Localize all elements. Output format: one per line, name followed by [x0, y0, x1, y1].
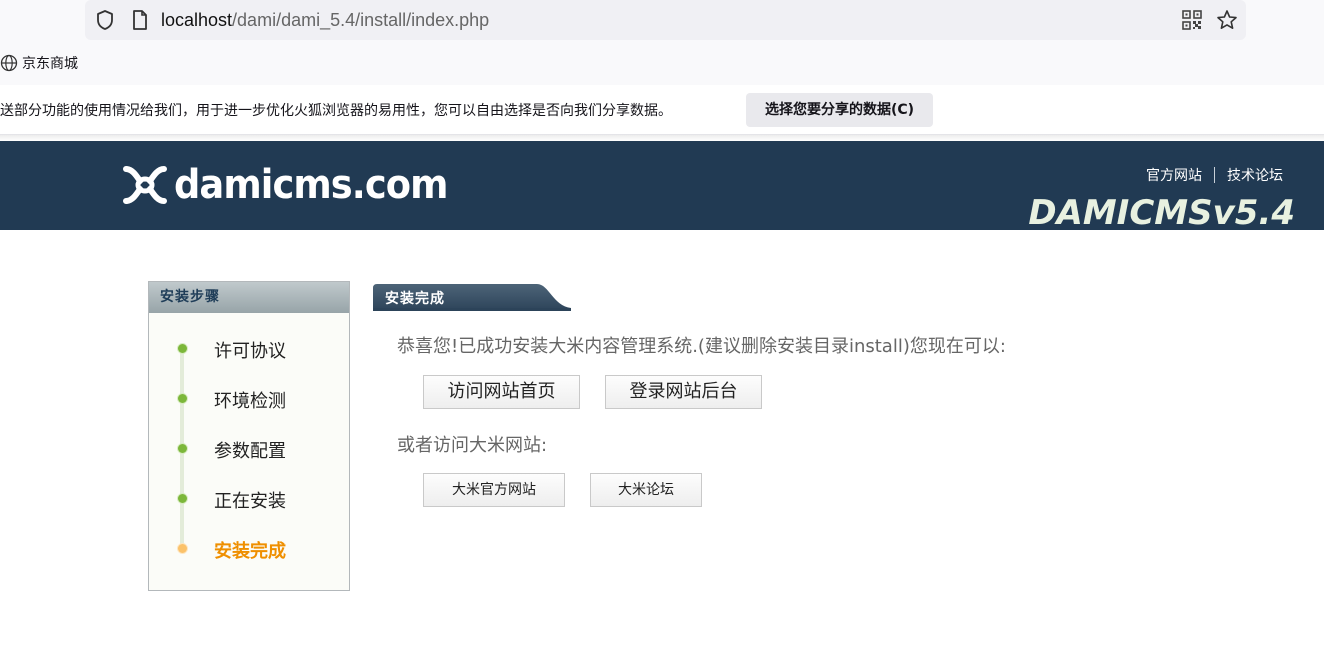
congrats-message: 恭喜您!已成功安装大米内容管理系统.(建议删除安装目录install)您现在可以…: [397, 336, 1006, 357]
qr-code-icon[interactable]: [1182, 10, 1202, 30]
step-label: 参数配置: [214, 441, 286, 462]
bookmark-item[interactable]: 京东商城: [0, 52, 78, 74]
steps-list: 许可协议 环境检测 参数配置 正在安装 安装完成: [149, 313, 349, 563]
site-logo[interactable]: damicms.com: [122, 162, 471, 208]
step-item: 许可协议: [149, 313, 349, 363]
forum-link[interactable]: 技术论坛: [1227, 165, 1283, 185]
section-tab: 安装完成: [373, 284, 571, 311]
damicms-logo-icon: [123, 166, 167, 204]
site-header: damicms.com 官方网站 技术论坛 DAMICMSv5.4: [0, 141, 1324, 233]
bookmarks-bar: 京东商城: [0, 42, 1324, 85]
url-path: /dami/dami_5.4/install/index.php: [232, 10, 490, 30]
step-dot-icon: [177, 493, 188, 504]
address-bar[interactable]: localhost/dami/dami_5.4/install/index.ph…: [85, 0, 1246, 40]
logo-text: damicms.com: [174, 162, 448, 208]
section-title: 安装完成: [385, 291, 445, 307]
login-admin-button[interactable]: 登录网站后台: [605, 375, 762, 409]
forum-button[interactable]: 大米论坛: [590, 473, 702, 507]
step-label: 安装完成: [214, 541, 286, 562]
step-item: 参数配置: [149, 413, 349, 463]
step-dot-icon: [177, 543, 188, 554]
version-title: DAMICMSv5.4: [1028, 193, 1295, 233]
steps-title: 安装步骤: [149, 282, 349, 313]
step-label: 许可协议: [214, 341, 286, 362]
notification-bar: 送部分功能的使用情况给我们，用于进一步优化火狐浏览器的易用性，您可以自由选择是否…: [0, 85, 1324, 135]
notification-message: 送部分功能的使用情况给我们，用于进一步优化火狐浏览器的易用性，您可以自由选择是否…: [0, 103, 672, 119]
step-dot-icon: [177, 443, 188, 454]
browser-toolbar: localhost/dami/dami_5.4/install/index.ph…: [0, 0, 1324, 42]
step-item: 正在安装: [149, 463, 349, 513]
visit-home-button[interactable]: 访问网站首页: [423, 375, 580, 409]
official-site-button[interactable]: 大米官方网站: [423, 473, 565, 507]
step-dot-icon: [177, 343, 188, 354]
choose-data-button[interactable]: 选择您要分享的数据(C): [746, 93, 933, 127]
bookmark-label: 京东商城: [22, 56, 78, 72]
globe-icon: [0, 54, 18, 72]
step-item-active: 安装完成: [149, 513, 349, 563]
url-text[interactable]: localhost/dami/dami_5.4/install/index.ph…: [161, 9, 489, 31]
step-label: 正在安装: [214, 491, 286, 512]
page-icon[interactable]: [130, 9, 150, 31]
install-steps-panel: 安装步骤 许可协议 环境检测 参数配置 正在安装 安装完成: [148, 281, 350, 591]
step-label: 环境检测: [214, 391, 286, 412]
header-links: 官方网站 技术论坛: [1146, 165, 1283, 185]
or-visit-text: 或者访问大米网站:: [397, 435, 548, 456]
step-item: 环境检测: [149, 363, 349, 413]
shield-icon[interactable]: [95, 9, 115, 31]
step-dot-icon: [177, 393, 188, 404]
bookmark-star-icon[interactable]: [1216, 9, 1238, 31]
link-separator: [1214, 167, 1215, 183]
official-site-link[interactable]: 官方网站: [1146, 165, 1202, 185]
url-host: localhost: [161, 10, 233, 30]
